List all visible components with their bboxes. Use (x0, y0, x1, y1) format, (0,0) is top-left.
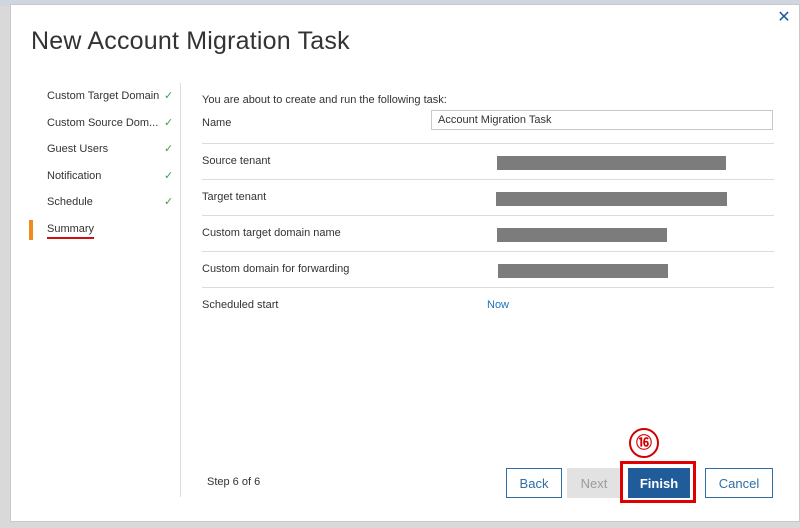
step-summary[interactable]: Summary (29, 216, 179, 243)
migration-task-dialog: ✕ New Account Migration Task Custom Targ… (10, 4, 800, 522)
step-label: Custom Target Domain (47, 90, 160, 102)
step-notification[interactable]: Notification ✓ (29, 163, 179, 190)
row-label: Custom domain for forwarding (202, 263, 350, 275)
step-label: Summary (47, 222, 95, 235)
summary-panel: You are about to create and run the foll… (202, 91, 774, 323)
step-counter: Step 6 of 6 (207, 476, 261, 488)
close-icon[interactable]: ✕ (777, 10, 791, 26)
row-label: Target tenant (202, 191, 267, 203)
row-label: Custom target domain name (202, 227, 341, 239)
task-name-input[interactable] (431, 110, 773, 130)
redacted-value (496, 192, 727, 206)
name-label: Name (202, 117, 232, 129)
step-custom-source-domain[interactable]: Custom Source Dom... ✓ (29, 110, 179, 137)
row-label: Source tenant (202, 155, 271, 167)
step-label: Schedule (47, 196, 93, 208)
summary-row-source-tenant: Source tenant (202, 144, 774, 180)
step-schedule[interactable]: Schedule ✓ (29, 189, 179, 216)
redacted-value (498, 264, 668, 278)
step-marker-16: ⑯ (629, 428, 659, 458)
redacted-value (497, 228, 667, 242)
summary-row-custom-target-domain: Custom target domain name (202, 216, 774, 252)
summary-intro: You are about to create and run the foll… (202, 94, 447, 106)
active-step-indicator (29, 219, 33, 240)
vertical-divider (180, 83, 181, 497)
summary-row-custom-forwarding-domain: Custom domain for forwarding (202, 252, 774, 288)
cancel-button[interactable]: Cancel (705, 468, 773, 498)
step-guest-users[interactable]: Guest Users ✓ (29, 136, 179, 163)
checkmark-icon: ✓ (164, 196, 174, 208)
summary-row-scheduled-start: Scheduled start Now (202, 288, 774, 323)
step-label: Custom Source Dom... (47, 116, 159, 129)
wizard-steps: Custom Target Domain ✓ Custom Source Dom… (29, 83, 179, 242)
step-custom-target-domain[interactable]: Custom Target Domain ✓ (29, 83, 179, 110)
checkmark-icon: ✓ (164, 143, 174, 155)
name-row: Name (202, 109, 774, 144)
dialog-title: New Account Migration Task (31, 27, 350, 55)
checkmark-icon: ✓ (164, 169, 174, 182)
back-button[interactable]: Back (506, 468, 562, 498)
checkmark-icon: ✓ (164, 116, 174, 129)
scheduled-start-value: Now (487, 299, 510, 311)
next-button[interactable]: Next (567, 468, 621, 498)
checkmark-icon: ✓ (164, 90, 174, 102)
summary-row-target-tenant: Target tenant (202, 180, 774, 216)
step-label: Guest Users (47, 143, 109, 155)
step-label: Notification (47, 169, 102, 182)
redacted-value (497, 156, 726, 170)
finish-highlight-box (620, 461, 696, 503)
row-label: Scheduled start (202, 299, 279, 311)
